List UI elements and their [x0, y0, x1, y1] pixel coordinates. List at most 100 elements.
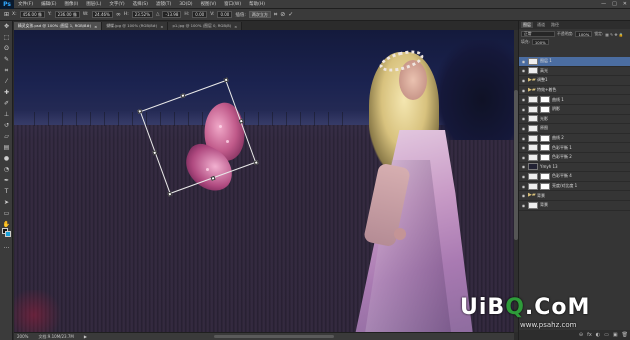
- dodge-tool-icon[interactable]: ◔: [0, 164, 13, 175]
- layer-row[interactable]: ◉ 色彩平衡 1: [519, 143, 630, 153]
- eyedropper-tool-icon[interactable]: ⁄: [0, 76, 13, 87]
- layer-row[interactable]: ◉ 色彩平衡 4: [519, 172, 630, 182]
- visibility-eye-icon[interactable]: ◉: [521, 155, 526, 160]
- lock-icons[interactable]: ▦ ✎ ✥ 🔒: [605, 31, 623, 37]
- tab-document-butterfly[interactable]: 蝴蝶.jpg @ 100% (RGB/8#) ×: [102, 22, 169, 30]
- quick-select-tool-icon[interactable]: ✎: [0, 54, 13, 65]
- layer-row[interactable]: ◉ Ymyh 13: [519, 163, 630, 173]
- warp-icon[interactable]: ⌗: [274, 11, 277, 19]
- visibility-eye-icon[interactable]: ◉: [521, 203, 526, 208]
- close-tab-icon[interactable]: ×: [234, 24, 237, 29]
- minimize-icon[interactable]: —: [601, 1, 606, 7]
- clone-stamp-tool-icon[interactable]: ⊥: [0, 109, 13, 120]
- close-icon[interactable]: ✕: [623, 1, 627, 7]
- layer-row[interactable]: ◉ ▶▰ 特效+着色: [519, 86, 630, 96]
- menu-help[interactable]: 帮助(H): [245, 1, 269, 7]
- opacity-field[interactable]: 100%: [575, 31, 593, 37]
- layer-row[interactable]: ◉ ▶▰ 背景: [519, 191, 630, 201]
- transform-handle-top-right[interactable]: [223, 77, 229, 83]
- visibility-eye-icon[interactable]: ◉: [521, 97, 526, 102]
- cancel-transform-icon[interactable]: ⊘: [280, 11, 285, 18]
- visibility-eye-icon[interactable]: ◉: [521, 136, 526, 141]
- close-tab-icon[interactable]: ×: [160, 24, 163, 29]
- visibility-eye-icon[interactable]: ◉: [521, 59, 526, 64]
- shape-tool-icon[interactable]: ▭: [0, 208, 13, 219]
- status-menu-arrow[interactable]: ▶: [84, 334, 87, 339]
- layer-row[interactable]: ◉ 色彩平衡 2: [519, 153, 630, 163]
- transform-handle-top-left[interactable]: [137, 108, 143, 114]
- menu-view[interactable]: 视图(V): [197, 1, 221, 7]
- close-tab-icon[interactable]: ×: [94, 24, 97, 29]
- visibility-eye-icon[interactable]: ◉: [521, 174, 526, 179]
- visibility-eye-icon[interactable]: ◉: [521, 184, 526, 189]
- pen-tool-icon[interactable]: ✒: [0, 175, 13, 186]
- visibility-eye-icon[interactable]: ◉: [521, 107, 526, 112]
- visibility-eye-icon[interactable]: ◉: [521, 126, 526, 131]
- tab-paths[interactable]: 路径: [549, 22, 561, 28]
- visibility-eye-icon[interactable]: ◉: [521, 193, 526, 198]
- healing-brush-tool-icon[interactable]: ✚: [0, 87, 13, 98]
- more-tools-icon[interactable]: …: [0, 241, 13, 252]
- h-skew-field[interactable]: 0.00: [192, 11, 208, 18]
- lasso-tool-icon[interactable]: ʘ: [0, 43, 13, 54]
- interpolation-select[interactable]: 两次立方: [248, 11, 271, 18]
- layer-row[interactable]: ◉ 图层 1: [519, 57, 630, 67]
- path-select-tool-icon[interactable]: ➤: [0, 197, 13, 208]
- tab-channels[interactable]: 通道: [535, 22, 547, 28]
- menu-window[interactable]: 窗口(W): [220, 1, 245, 7]
- link-icon[interactable]: ∞: [116, 11, 121, 18]
- history-brush-tool-icon[interactable]: ↺: [0, 120, 13, 131]
- layer-row[interactable]: ◉ 曲线 2: [519, 134, 630, 144]
- visibility-eye-icon[interactable]: ◉: [521, 164, 526, 169]
- type-tool-icon[interactable]: T: [0, 186, 13, 197]
- canvas-horizontal-scrollbar[interactable]: [214, 335, 334, 338]
- marquee-tool-icon[interactable]: ⬚: [0, 32, 13, 43]
- menu-select[interactable]: 选择(S): [129, 1, 152, 7]
- transform-handle-top[interactable]: [180, 93, 186, 99]
- photoshop-logo[interactable]: Ps: [0, 0, 14, 9]
- transform-handle-left[interactable]: [152, 150, 158, 156]
- layer-row[interactable]: ◉ 高光: [519, 67, 630, 77]
- layer-row[interactable]: ◉ 曲线 1: [519, 95, 630, 105]
- tab-layers[interactable]: 图层: [521, 22, 533, 28]
- maximize-icon[interactable]: □: [612, 1, 617, 7]
- visibility-eye-icon[interactable]: ◉: [521, 68, 526, 73]
- menu-type[interactable]: 文字(Y): [105, 1, 128, 7]
- background-color-swatch[interactable]: [5, 231, 11, 237]
- layer-row[interactable]: ◉ 背景: [519, 201, 630, 211]
- fill-field[interactable]: 100%: [531, 39, 549, 45]
- tab-document-p1[interactable]: p1.jpg @ 100% (图层 0, RGB/8) ×: [168, 22, 243, 30]
- menu-filter[interactable]: 滤镜(T): [152, 1, 175, 7]
- eraser-tool-icon[interactable]: ▱: [0, 131, 13, 142]
- move-tool-icon[interactable]: ✥: [0, 21, 13, 32]
- blur-tool-icon[interactable]: ●: [0, 153, 13, 164]
- brush-tool-icon[interactable]: ✐: [0, 98, 13, 109]
- width-field[interactable]: 24.46%: [91, 11, 113, 18]
- menu-layer[interactable]: 图层(L): [82, 1, 105, 7]
- x-field[interactable]: 456.00 像: [19, 11, 45, 18]
- tab-document-main[interactable]: 精灵女孩.psd @ 100% (图层 1, RGB/8#) ×: [14, 22, 103, 30]
- layer-row[interactable]: ◉ ▶▰ 调整1: [519, 76, 630, 86]
- layer-row[interactable]: ◉ 阴影: [519, 105, 630, 115]
- zoom-level[interactable]: 200%: [17, 334, 28, 339]
- visibility-eye-icon[interactable]: ◉: [521, 116, 526, 121]
- transform-reference-icon[interactable]: ⊞: [4, 11, 9, 18]
- layer-row[interactable]: ◉ 亮度/对比度 1: [519, 182, 630, 192]
- menu-file[interactable]: 文件(F): [14, 1, 37, 7]
- visibility-eye-icon[interactable]: ◉: [521, 145, 526, 150]
- layer-row[interactable]: ◉ 原图: [519, 124, 630, 134]
- height-field[interactable]: 23.52%: [131, 11, 154, 18]
- document-canvas[interactable]: [14, 30, 514, 332]
- menu-3d[interactable]: 3D(D): [175, 2, 196, 7]
- menu-image[interactable]: 图像(I): [60, 1, 82, 7]
- visibility-eye-icon[interactable]: ◉: [521, 88, 526, 93]
- crop-tool-icon[interactable]: ⌗: [0, 65, 13, 76]
- angle-field[interactable]: -13.98: [162, 11, 182, 18]
- v-skew-field[interactable]: 0.00: [217, 11, 233, 18]
- y-field[interactable]: 236.00 像: [54, 11, 80, 18]
- visibility-eye-icon[interactable]: ◉: [521, 78, 526, 83]
- gradient-tool-icon[interactable]: ▤: [0, 142, 13, 153]
- blend-mode-select[interactable]: 正常: [521, 31, 555, 37]
- commit-transform-icon[interactable]: ✓: [288, 11, 293, 18]
- layer-row[interactable]: ◉ 光影: [519, 115, 630, 125]
